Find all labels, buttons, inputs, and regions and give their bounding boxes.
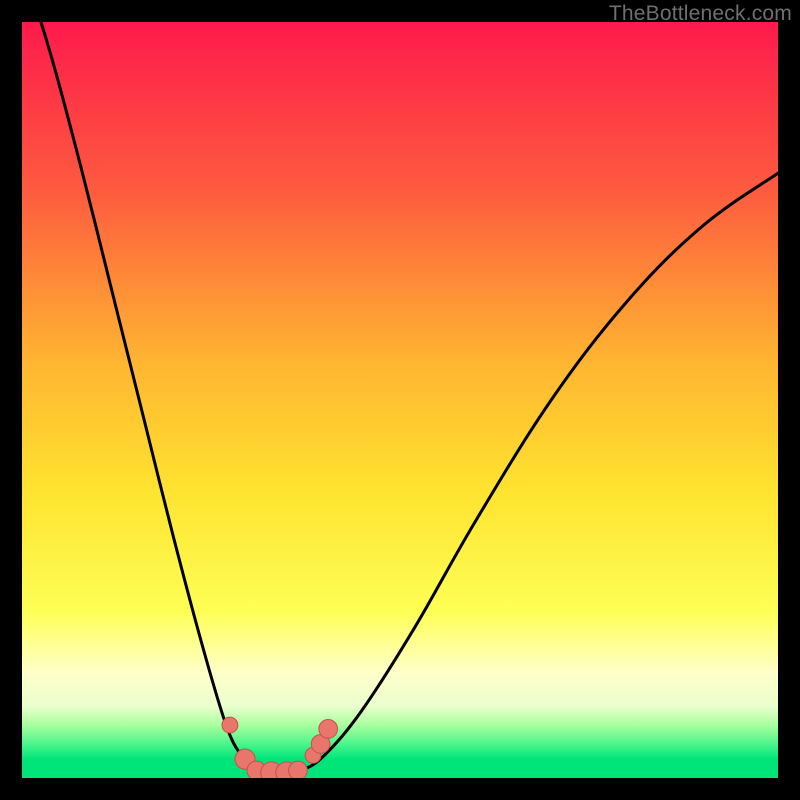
- outer-frame: TheBottleneck.com: [0, 0, 800, 800]
- chart-svg: [22, 22, 778, 778]
- curve-marker: [222, 717, 238, 733]
- gradient-bg: [22, 22, 778, 778]
- curve-marker: [319, 720, 338, 739]
- watermark-text: TheBottleneck.com: [609, 2, 792, 26]
- curve-marker: [289, 761, 308, 778]
- plot-area: [22, 22, 778, 778]
